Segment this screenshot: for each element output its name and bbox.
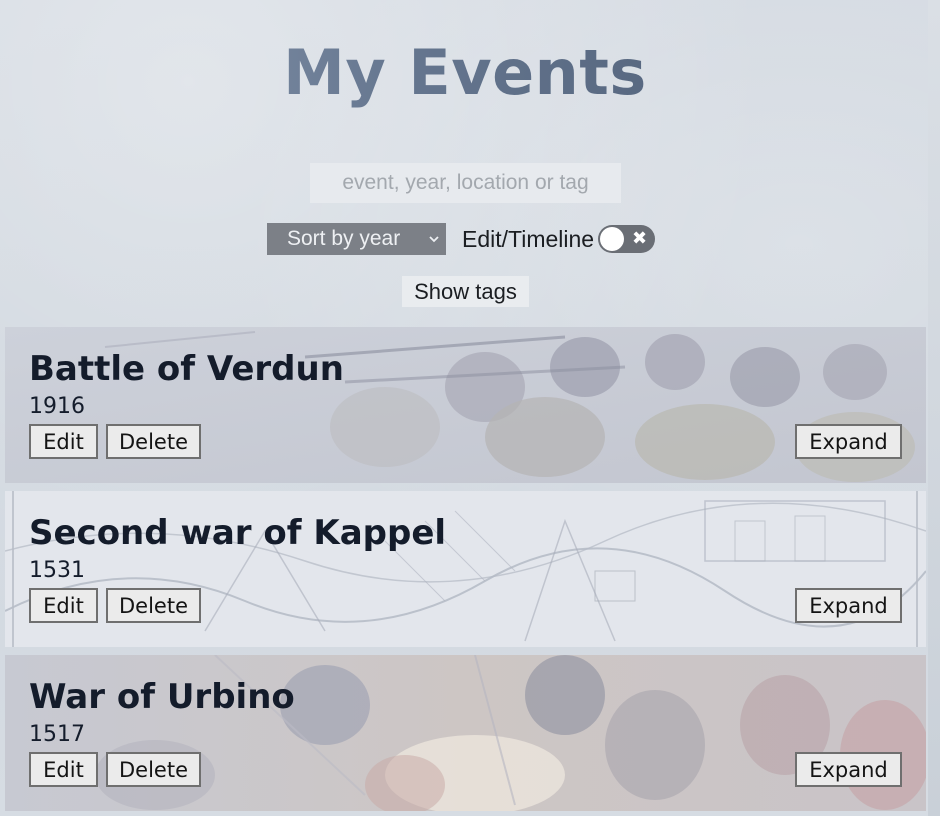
edit-timeline-toggle[interactable]: ✖ — [598, 225, 656, 253]
expand-button[interactable]: Expand — [795, 752, 902, 787]
show-tags-button[interactable]: Show tags — [402, 276, 529, 307]
event-card: Second war of Kappel 1531 Edit Delete Ex… — [5, 491, 926, 647]
search-input[interactable] — [310, 163, 621, 203]
toggle-knob — [600, 227, 625, 251]
edit-button[interactable]: Edit — [29, 424, 98, 459]
delete-button[interactable]: Delete — [106, 752, 201, 787]
page-title: My Events — [0, 36, 930, 109]
delete-button[interactable]: Delete — [106, 424, 201, 459]
sort-select-value: Sort by year — [287, 227, 401, 250]
toggle-label: Edit/Timeline — [462, 225, 595, 252]
event-card: War of Urbino 1517 Edit Delete Expand — [5, 655, 926, 811]
event-year: 1916 — [29, 394, 85, 419]
page-edge — [928, 0, 940, 816]
chevron-down-icon — [429, 236, 439, 243]
sort-select[interactable]: Sort by year — [267, 223, 446, 255]
event-year: 1517 — [29, 722, 85, 747]
edit-button[interactable]: Edit — [29, 588, 98, 623]
event-card: Battle of Verdun 1916 Edit Delete Expand — [5, 327, 926, 483]
event-title: War of Urbino — [29, 677, 295, 717]
delete-button[interactable]: Delete — [106, 588, 201, 623]
expand-button[interactable]: Expand — [795, 424, 902, 459]
event-year: 1531 — [29, 558, 85, 583]
event-title: Battle of Verdun — [29, 349, 344, 389]
event-title: Second war of Kappel — [29, 513, 447, 553]
expand-button[interactable]: Expand — [795, 588, 902, 623]
controls-row: Sort by year Edit/Timeline ✖ — [267, 223, 656, 255]
edit-button[interactable]: Edit — [29, 752, 98, 787]
close-icon: ✖ — [632, 228, 648, 249]
